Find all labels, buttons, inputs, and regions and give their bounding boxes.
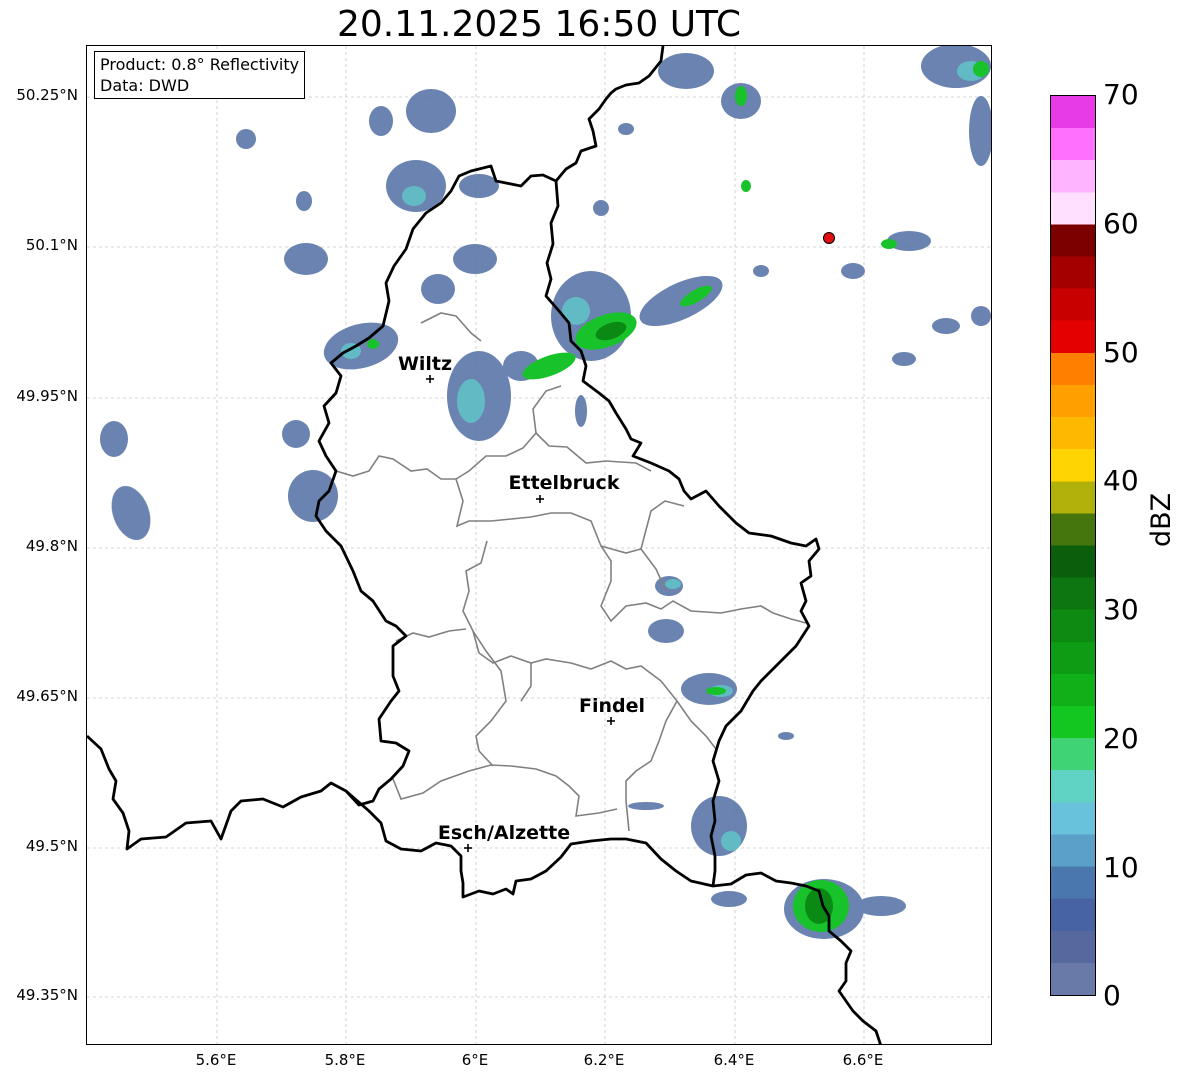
- lat-tick: 50.25°N: [16, 86, 78, 104]
- lon-tick: 6.4°E: [713, 1051, 755, 1069]
- dbz-colorbar: [1050, 95, 1096, 996]
- lat-tick: 49.95°N: [16, 387, 78, 405]
- city-label-ettelbruck: Ettelbruck: [509, 472, 620, 494]
- lon-tick: 5.8°E: [324, 1051, 366, 1069]
- colorbar-label: dBZ: [1146, 492, 1177, 547]
- commune-boundaries: [335, 312, 807, 832]
- product-info-box: Product: 0.8° Reflectivity Data: DWD: [94, 51, 306, 99]
- radar-site-marker[interactable]: [823, 232, 835, 244]
- colorbar-tick: 20: [1103, 722, 1139, 755]
- lat-tick: 50.1°N: [25, 236, 78, 254]
- product-label: Product: 0.8° Reflectivity: [100, 55, 300, 74]
- map-title: 20.11.2025 16:50 UTC: [336, 4, 742, 45]
- city-label-wiltz: Wiltz: [398, 353, 452, 375]
- lon-tick: 6°E: [461, 1051, 489, 1069]
- map-canvas: Wiltz Ettelbruck Findel Esch/Alzette: [87, 46, 991, 1044]
- city-label-findel: Findel: [579, 695, 645, 717]
- colorbar-tick: 30: [1103, 593, 1139, 626]
- lat-tick: 49.8°N: [25, 537, 78, 555]
- city-labels: Wiltz Ettelbruck Findel Esch/Alzette: [398, 353, 645, 844]
- lat-tick: 49.5°N: [25, 837, 78, 855]
- colorbar-tick: 50: [1103, 336, 1139, 369]
- lat-tick: 49.65°N: [16, 687, 78, 705]
- colorbar-tick: 40: [1103, 464, 1139, 497]
- colorbar-tick: 70: [1103, 78, 1139, 111]
- city-label-esch: Esch/Alzette: [438, 822, 570, 844]
- lon-tick: 6.6°E: [842, 1051, 884, 1069]
- data-source-label: Data: DWD: [100, 76, 190, 95]
- lon-tick: 5.6°E: [195, 1051, 237, 1069]
- colorbar-tick: 0: [1103, 979, 1121, 1012]
- colorbar-tick: 60: [1103, 207, 1139, 240]
- lon-tick: 6.2°E: [583, 1051, 625, 1069]
- lat-tick: 49.35°N: [16, 986, 78, 1004]
- colorbar-tick: 10: [1103, 851, 1139, 884]
- city-markers: [426, 375, 615, 852]
- radar-map[interactable]: Wiltz Ettelbruck Findel Esch/Alzette: [86, 45, 992, 1045]
